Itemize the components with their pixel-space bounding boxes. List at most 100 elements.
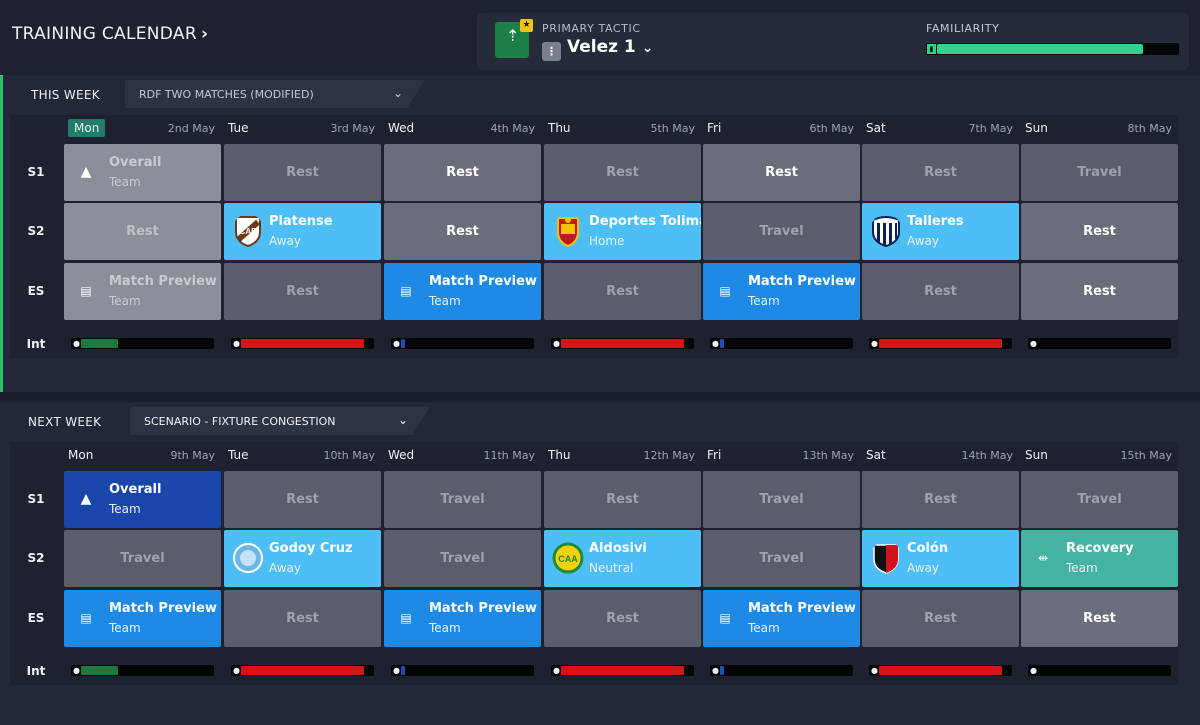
training-slot[interactable]: ▤ Match Preview Team (64, 590, 221, 647)
intensity-bar[interactable]: ● (391, 665, 534, 676)
day-date: 8th May (1127, 122, 1172, 135)
session-subtitle: Team (748, 621, 780, 635)
session-label-s2: S2 (27, 224, 45, 238)
intensity-bar[interactable]: ● (71, 338, 214, 349)
training-slot[interactable]: ▤ Match Preview Team (64, 263, 221, 320)
session-slot-rest[interactable]: Rest (544, 144, 701, 201)
intensity-bar[interactable]: ● (551, 338, 694, 349)
session-slot-rest[interactable]: Rest (862, 590, 1019, 647)
session-slot-rest[interactable]: Rest (224, 263, 381, 320)
session-title: Platense (269, 214, 333, 229)
familiarity-fill (937, 44, 1143, 54)
session-slot-rest[interactable]: Rest (544, 263, 701, 320)
match-slot[interactable]: Godoy Cruz Away (224, 530, 381, 587)
svg-text:CAP: CAP (240, 227, 258, 236)
intensity-icon: ● (233, 666, 240, 675)
tactic-card: ⇡ ★ PRIMARY TACTIC ⋮ Velez 1 ⌄ FAMILIARIT… (477, 13, 1189, 70)
intensity-icon: ● (871, 666, 878, 675)
header-bar: TRAINING CALENDAR › ⇡ ★ PRIMARY TACTIC ⋮ V… (0, 0, 1200, 74)
intensity-fill (241, 666, 364, 675)
schedule-dropdown[interactable]: RDF TWO MATCHES (MODIFIED) ⌄ (125, 80, 425, 108)
training-slot[interactable]: ▤ Match Preview Team (384, 263, 541, 320)
schedule-dropdown[interactable]: SCENARIO - FIXTURE CONGESTION ⌄ (130, 407, 430, 435)
session-slot-rest[interactable]: Rest (1021, 263, 1178, 320)
session-slot-travel[interactable]: Travel (384, 530, 541, 587)
session-slot-rest[interactable]: Rest (384, 203, 541, 260)
session-slot-rest[interactable]: Rest (544, 590, 701, 647)
match-slot[interactable]: Deportes Tolima Home (544, 203, 701, 260)
intensity-bar[interactable]: ● (551, 665, 694, 676)
match-slot[interactable]: CAA Aldosivi Neutral (544, 530, 701, 587)
match-slot[interactable]: CAP Platense Away (224, 203, 381, 260)
session-slot-travel[interactable]: Travel (1021, 144, 1178, 201)
session-text: Travel (440, 492, 485, 507)
intensity-bar[interactable]: ● (391, 338, 534, 349)
svg-text:CAA: CAA (558, 554, 578, 564)
page-title[interactable]: TRAINING CALENDAR › (12, 24, 208, 44)
session-slot-rest[interactable]: Rest (1021, 203, 1178, 260)
session-subtitle: Team (109, 502, 141, 516)
training-slot[interactable]: ▤ Match Preview Team (703, 263, 860, 320)
intensity-icon: ● (393, 339, 400, 348)
intensity-icon: ● (233, 339, 240, 348)
match-slot[interactable]: Talleres Away (862, 203, 1019, 260)
intensity-bar[interactable]: ● (231, 338, 374, 349)
training-slot[interactable]: ▲ Overall Team (64, 144, 221, 201)
page-title-text: TRAINING CALENDAR (12, 24, 197, 44)
week-header: THIS WEEK RDF TWO MATCHES (MODIFIED) ⌄ (3, 75, 1200, 113)
session-slot-rest[interactable]: Rest (703, 144, 860, 201)
session-title: Match Preview (748, 274, 856, 289)
training-slot[interactable]: ▤ Match Preview Team (703, 590, 860, 647)
intensity-bar[interactable]: ● (1028, 665, 1171, 676)
training-slot[interactable]: ⇹ Recovery Team (1021, 530, 1178, 587)
session-slot-rest[interactable]: Rest (224, 471, 381, 528)
session-title: Match Preview (429, 274, 537, 289)
day-date: 3rd May (330, 122, 375, 135)
session-text: Rest (446, 165, 479, 180)
day-date: 12th May (643, 449, 695, 462)
session-slot-travel[interactable]: Travel (1021, 471, 1178, 528)
day-name: Mon (68, 448, 94, 462)
formation-icon: ⋮ (542, 42, 561, 61)
session-title: Match Preview (748, 601, 856, 616)
match-slot[interactable]: Colón Away (862, 530, 1019, 587)
session-slot-rest[interactable]: Rest (862, 471, 1019, 528)
session-slot-rest[interactable]: Rest (384, 144, 541, 201)
session-title: Deportes Tolima (589, 214, 701, 229)
intensity-bar[interactable]: ● (710, 665, 853, 676)
session-subtitle: Away (269, 561, 301, 575)
session-slot-rest[interactable]: Rest (224, 590, 381, 647)
training-slot[interactable]: ▲ Overall Team (64, 471, 221, 528)
familiarity-icon: ▮ (927, 44, 936, 54)
intensity-bar[interactable]: ● (869, 338, 1012, 349)
day-name: Tue (228, 121, 249, 135)
session-slot-travel[interactable]: Travel (384, 471, 541, 528)
day-date: 5th May (650, 122, 695, 135)
day-header-mon: Mon 2nd May (63, 115, 220, 141)
session-subtitle: Away (269, 234, 301, 248)
session-slot-travel[interactable]: Travel (64, 530, 221, 587)
intensity-bar[interactable]: ● (231, 665, 374, 676)
session-slot-rest[interactable]: Rest (64, 203, 221, 260)
session-slot-travel[interactable]: Travel (703, 530, 860, 587)
tactic-dropdown[interactable]: ⋮ Velez 1 ⌄ (542, 37, 653, 61)
session-slot-travel[interactable]: Travel (703, 471, 860, 528)
week-header: NEXT WEEK SCENARIO - FIXTURE CONGESTION ⌄ (0, 402, 1200, 440)
intensity-bar[interactable]: ● (869, 665, 1012, 676)
familiarity-bar[interactable]: ▮ (926, 43, 1179, 55)
session-title: Match Preview (109, 274, 217, 289)
session-text: Rest (126, 224, 159, 239)
document-icon: ▤ (719, 611, 731, 625)
session-slot-rest[interactable]: Rest (1021, 590, 1178, 647)
intensity-bar[interactable]: ● (71, 665, 214, 676)
this-week-section: THIS WEEK RDF TWO MATCHES (MODIFIED) ⌄ Mon 2… (0, 75, 1200, 392)
intensity-bar[interactable]: ● (1028, 338, 1171, 349)
day-header-fri: Fri 6th May (702, 115, 859, 141)
session-slot-rest[interactable]: Rest (544, 471, 701, 528)
session-slot-rest[interactable]: Rest (862, 263, 1019, 320)
session-slot-travel[interactable]: Travel (703, 203, 860, 260)
session-slot-rest[interactable]: Rest (224, 144, 381, 201)
training-slot[interactable]: ▤ Match Preview Team (384, 590, 541, 647)
intensity-bar[interactable]: ● (710, 338, 853, 349)
session-slot-rest[interactable]: Rest (862, 144, 1019, 201)
